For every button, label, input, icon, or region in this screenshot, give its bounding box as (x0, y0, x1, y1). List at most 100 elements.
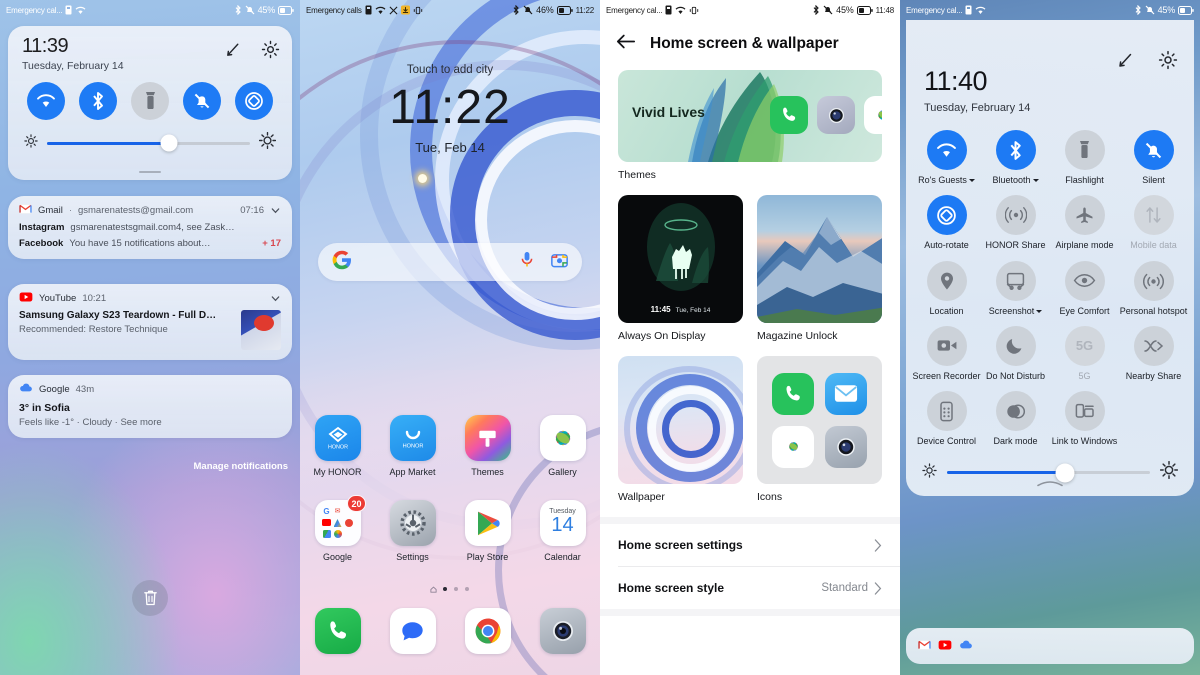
bell-slash-icon[interactable] (1133, 130, 1174, 170)
row-home-screen-settings[interactable]: Home screen settings (600, 524, 900, 566)
flashlight-icon[interactable] (1064, 130, 1105, 170)
qtile-silent[interactable]: Silent (1119, 130, 1188, 186)
home-date-widget[interactable]: Tue, Feb 14 (300, 140, 600, 155)
page-dot[interactable] (464, 587, 469, 591)
data-arrows-icon[interactable] (1133, 195, 1174, 236)
chevron-down-icon[interactable] (1032, 179, 1039, 182)
qtile-mobile-data[interactable]: Mobile data (1119, 195, 1188, 251)
page-dot[interactable] (442, 587, 447, 591)
qtile-do-not-disturb[interactable]: Do Not Disturb (981, 325, 1050, 382)
toggle-flashlight[interactable] (131, 82, 169, 120)
notification-group-google-weather[interactable]: Google 43m 3° in Sofia Feels like -1° · … (8, 375, 292, 438)
bluetooth-icon[interactable] (995, 130, 1036, 170)
chevron-down-icon[interactable] (968, 179, 975, 182)
notification-group-gmail[interactable]: Gmail · gsmarenatests@gmail.com 07:16 In… (8, 196, 292, 259)
moon-icon[interactable] (995, 325, 1036, 366)
qtile-flashlight[interactable]: Flashlight (1050, 130, 1119, 186)
quick-settings-card[interactable]: 11:39 Tuesday, February 14 (8, 26, 292, 180)
drag-handle[interactable] (139, 170, 161, 173)
app-gallery[interactable]: Gallery (532, 415, 594, 477)
page-indicator[interactable] (300, 585, 600, 593)
row-home-screen-style[interactable]: Home screen style Standard (600, 567, 900, 609)
page-dot[interactable] (453, 587, 458, 591)
notification-group-youtube[interactable]: YouTube 10:21 Samsung Galaxy S23 Teardow… (8, 284, 292, 360)
tile-always-on-display[interactable]: 11:45 Tue, Feb 14 Always On Display (618, 195, 743, 342)
app-themes[interactable]: Themes (457, 415, 519, 477)
eye-icon[interactable] (1064, 260, 1105, 301)
back-arrow-icon[interactable] (616, 33, 636, 55)
home-page-dot-icon[interactable] (430, 585, 437, 593)
collapsed-notification-card[interactable] (906, 628, 1194, 664)
qtile-link-to-windows[interactable]: Link to Windows (1050, 391, 1119, 447)
qtile-bluetooth[interactable]: Bluetooth (981, 130, 1050, 186)
video-camera-icon[interactable] (926, 325, 967, 366)
app-folder-google[interactable]: G ✉ 20 Google (307, 495, 369, 562)
qtile-nearby-share[interactable]: Nearby Share (1119, 325, 1188, 382)
location-pin-icon[interactable] (926, 260, 967, 301)
app-settings[interactable]: Settings (382, 500, 444, 562)
toggle-auto-rotate[interactable] (235, 82, 273, 120)
home-clock-widget[interactable]: 11:22 (300, 80, 600, 135)
collapse-handle[interactable] (1037, 474, 1063, 492)
gear-icon[interactable] (1158, 50, 1178, 75)
manage-notifications-button[interactable]: Manage notifications (194, 461, 288, 472)
airplane-icon[interactable] (1064, 195, 1105, 236)
qtile-screenshot[interactable]: Screenshot (981, 260, 1050, 317)
wifi-icon[interactable] (926, 130, 967, 170)
app-calendar[interactable]: Tuesday 14 Calendar (532, 500, 594, 562)
qtile-location[interactable]: Location (912, 260, 981, 317)
tile-themes[interactable]: Vivid Lives (618, 70, 882, 162)
dock-camera[interactable] (532, 608, 594, 654)
remote-control-icon[interactable] (926, 391, 967, 431)
hotspot-icon[interactable] (1133, 260, 1174, 301)
qtile-honor-share[interactable]: HONOR Share (981, 195, 1050, 251)
app-play-store[interactable]: Play Store (457, 500, 519, 562)
qtile-auto-rotate[interactable]: Auto-rotate (912, 195, 981, 251)
my-honor-icon: HONOR (314, 415, 361, 461)
tile-wallpaper[interactable]: Wallpaper (618, 356, 743, 503)
chevron-down-icon[interactable] (1036, 309, 1043, 313)
google-lens-icon[interactable] (551, 252, 568, 273)
app-my-honor[interactable]: HONOR My HONOR (307, 415, 369, 477)
tile-magazine-unlock[interactable]: Magazine Unlock (757, 195, 882, 342)
qtile-personal-hotspot[interactable]: Personal hotspot (1119, 260, 1188, 317)
dock-phone[interactable] (307, 608, 369, 654)
notification-overflow-count: + 17 (262, 238, 281, 249)
nearby-share-icon[interactable] (1133, 325, 1174, 366)
qtile-5g[interactable]: 5G 5G (1050, 325, 1119, 382)
qtile-screen-recorder[interactable]: Screen Recorder (912, 325, 981, 382)
toggle-silent[interactable] (183, 82, 221, 120)
gear-icon[interactable] (261, 40, 280, 64)
gmail-icon (918, 637, 931, 655)
pencil-icon[interactable] (224, 40, 243, 64)
qtile-dark-mode[interactable]: Dark mode (981, 391, 1050, 447)
toggle-bluetooth[interactable] (79, 82, 117, 120)
brightness-knob[interactable] (160, 134, 178, 152)
qtile-wifi[interactable]: Ro's Guests (912, 130, 981, 186)
brightness-slider-row[interactable] (8, 120, 292, 154)
aod-date: Tue, Feb 14 (675, 307, 711, 314)
dock-messages[interactable] (382, 608, 444, 654)
qtile-eye-comfort[interactable]: Eye Comfort (1050, 260, 1119, 317)
google-search-bar[interactable] (318, 243, 582, 281)
contrast-circle-icon[interactable] (995, 391, 1036, 431)
clear-all-button[interactable] (132, 580, 168, 616)
qtile-airplane-mode[interactable]: Airplane mode (1050, 195, 1119, 251)
honor-share-icon[interactable] (995, 195, 1036, 236)
brightness-track[interactable] (47, 134, 250, 152)
chevron-down-icon[interactable] (270, 293, 281, 304)
dock-chrome[interactable] (457, 608, 519, 654)
rotate-icon[interactable] (926, 195, 967, 236)
qtile-device-control[interactable]: Device Control (912, 391, 981, 447)
touch-to-add-city[interactable]: Touch to add city (300, 64, 600, 76)
tile-icons[interactable]: Icons (757, 356, 882, 503)
5g-icon[interactable]: 5G (1064, 325, 1105, 366)
microphone-icon[interactable] (520, 251, 534, 273)
app-app-market[interactable]: HONOR App Market (382, 415, 444, 477)
screenshot-icon[interactable] (995, 260, 1036, 301)
chevron-down-icon[interactable] (270, 205, 281, 216)
google-weather-cloud-icon (19, 383, 33, 396)
link-windows-icon[interactable] (1064, 391, 1105, 431)
toggle-wifi[interactable] (27, 82, 65, 120)
pencil-icon[interactable] (1116, 50, 1136, 75)
